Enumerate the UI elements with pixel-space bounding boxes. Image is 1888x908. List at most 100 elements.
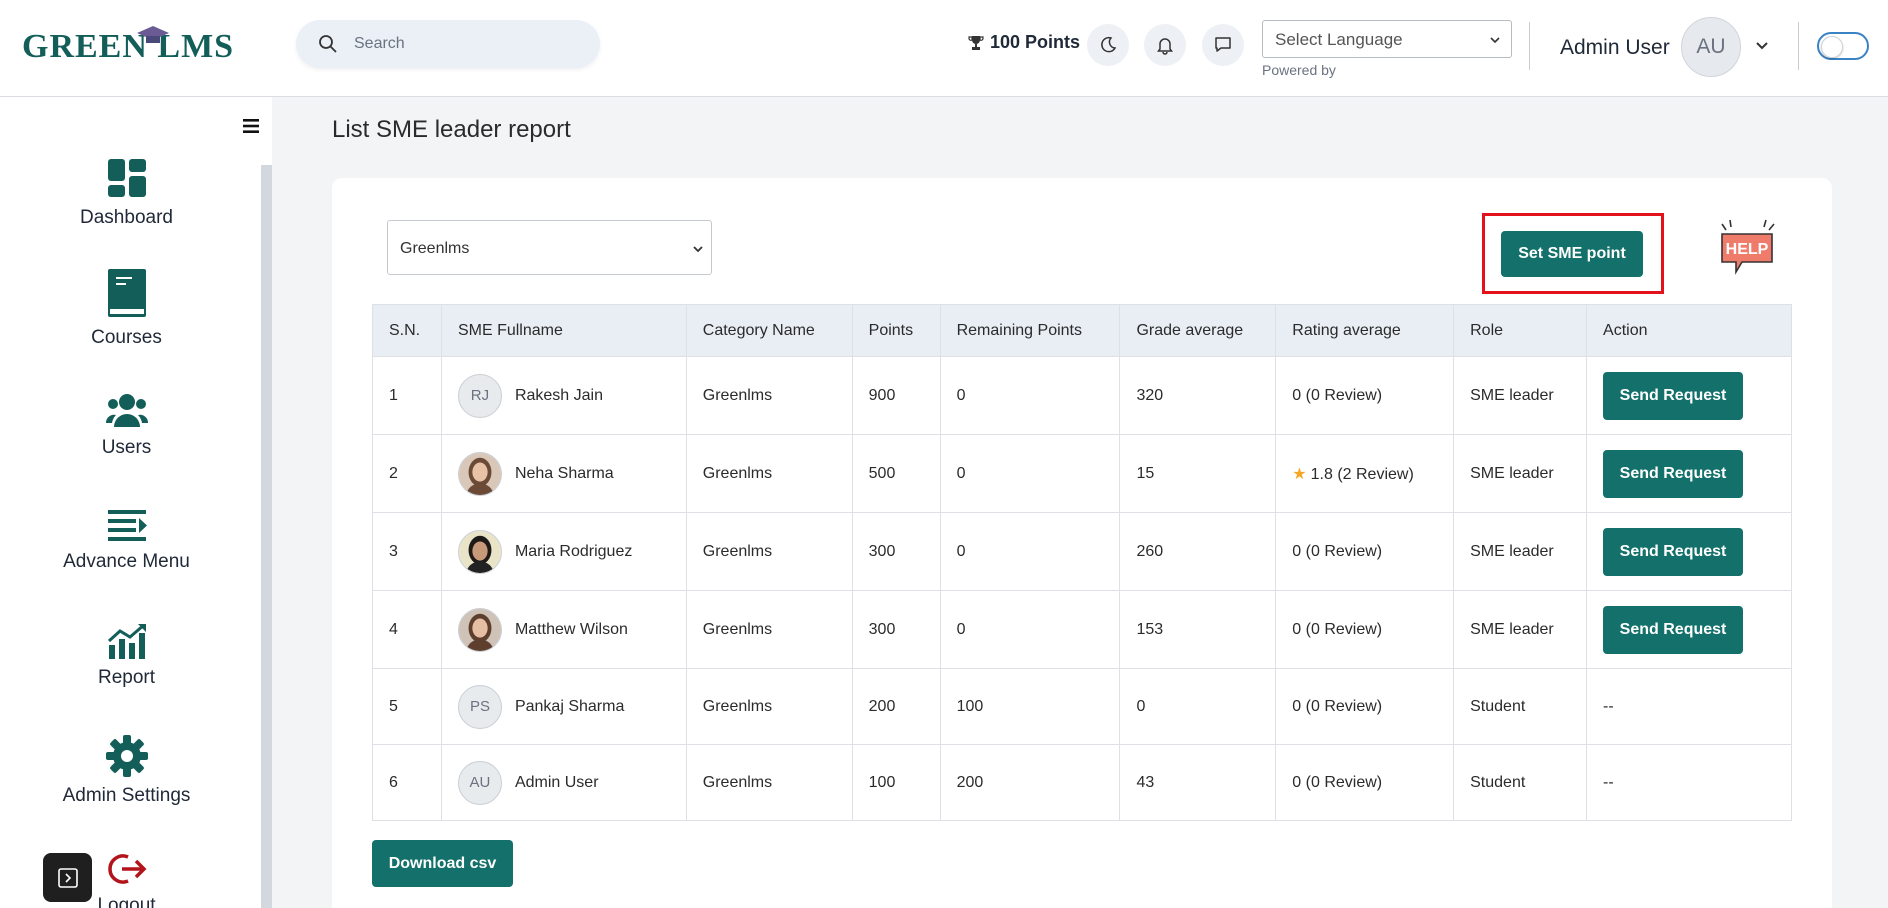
grade-cell: 0: [1119, 668, 1277, 745]
send-request-button[interactable]: Send Request: [1603, 371, 1744, 420]
table-row: 3 Maria Rodriguez Greenlms 300 0 260 0 (…: [372, 512, 1792, 591]
language-select[interactable]: Select Language: [1262, 20, 1512, 58]
rating-cell: 0 (0 Review): [1275, 356, 1455, 435]
table-row: 6 AU Admin User Greenlms 100 200 43 0 (0 …: [372, 744, 1792, 821]
page-title: List SME leader report: [332, 116, 571, 143]
action-cell: --: [1586, 744, 1792, 821]
points-cell: 300: [851, 590, 941, 669]
rating-cell: 0 (0 Review): [1275, 668, 1455, 745]
name-cell: Maria Rodriguez: [440, 512, 687, 591]
name-cell: RJ Rakesh Jain: [440, 356, 687, 435]
table-row: 4 Matthew Wilson Greenlms 300 0 153 0 (0…: [372, 590, 1792, 669]
green-lms-logo[interactable]: GREEN LMS: [22, 26, 234, 66]
organization-select[interactable]: Greenlms: [387, 220, 712, 275]
sn-cell: 5: [372, 668, 442, 745]
messages-button[interactable]: [1202, 24, 1244, 66]
remaining-cell: 0: [939, 512, 1121, 591]
avatar: [457, 607, 502, 652]
table-row: 1 RJ Rakesh Jain Greenlms 900 0 320 0 (0 …: [372, 356, 1792, 435]
name-cell: PS Pankaj Sharma: [440, 668, 687, 745]
name-cell: Matthew Wilson: [440, 590, 687, 669]
logout-icon: [107, 854, 146, 884]
sidebar-item-users[interactable]: Users: [0, 393, 253, 459]
help-label: HELP: [1726, 241, 1769, 258]
moon-icon: [1101, 36, 1117, 53]
points-cell: 300: [851, 512, 941, 591]
send-request-button[interactable]: Send Request: [1603, 527, 1744, 576]
terminal-toggle-button[interactable]: [43, 853, 92, 902]
sn-cell: 4: [372, 590, 442, 669]
rating-cell: 0 (0 Review): [1275, 744, 1455, 821]
grade-cell: 260: [1119, 512, 1277, 591]
user-photo-icon: [458, 530, 501, 573]
category-cell: Greenlms: [685, 512, 853, 591]
points-cell: 900: [851, 356, 941, 435]
action-cell: Send Request: [1586, 356, 1792, 435]
category-cell: Greenlms: [685, 590, 853, 669]
search-bar[interactable]: Search: [296, 20, 600, 68]
column-header: SME Fullname: [440, 304, 687, 357]
send-request-button[interactable]: Send Request: [1603, 449, 1744, 498]
column-header: Points: [851, 304, 941, 357]
role-cell: SME leader: [1453, 512, 1588, 591]
users-icon: [105, 394, 148, 427]
column-header: Remaining Points: [939, 304, 1121, 357]
trophy-icon: [968, 35, 984, 50]
points-cell: 100: [851, 744, 941, 821]
column-header: Action: [1586, 304, 1792, 357]
download-csv-button[interactable]: Download csv: [372, 840, 513, 887]
graduation-cap-icon: [137, 26, 169, 43]
avatar: [457, 529, 502, 574]
header-divider: [1798, 22, 1799, 70]
send-request-button[interactable]: Send Request: [1603, 605, 1744, 654]
avatar: PS: [457, 684, 502, 729]
sidebar-item-logout[interactable]: Logout: [0, 851, 253, 908]
remaining-cell: 0: [939, 590, 1121, 669]
remaining-cell: 0: [939, 434, 1121, 513]
role-cell: Student: [1453, 744, 1588, 821]
category-cell: Greenlms: [685, 434, 853, 513]
remaining-cell: 0: [939, 356, 1121, 435]
action-cell: Send Request: [1586, 512, 1792, 591]
user-avatar[interactable]: AU: [1681, 17, 1741, 77]
sidebar-item-advance-menu[interactable]: Advance Menu: [0, 507, 253, 573]
points-cell: 500: [851, 434, 941, 513]
sidebar-item-dashboard[interactable]: Dashboard: [0, 157, 253, 229]
table-row: 5 PS Pankaj Sharma Greenlms 200 100 0 0 (…: [372, 668, 1792, 745]
grade-cell: 153: [1119, 590, 1277, 669]
column-header: Grade average: [1119, 304, 1277, 357]
rating-cell: 0 (0 Review): [1275, 590, 1455, 669]
column-header: Role: [1453, 304, 1588, 357]
search-placeholder: Search: [354, 35, 405, 52]
chart-icon: [107, 623, 146, 659]
sn-cell: 3: [372, 512, 442, 591]
theme-toggle[interactable]: [1817, 32, 1869, 60]
name-cell: AU Admin User: [440, 744, 687, 821]
remaining-cell: 100: [939, 668, 1121, 745]
avatar: RJ: [457, 373, 502, 418]
sidebar-scrollbar[interactable]: [261, 165, 272, 908]
sn-cell: 1: [372, 356, 442, 435]
star-icon: ★: [1292, 465, 1307, 483]
points-display: 100 Points: [968, 32, 1080, 53]
dark-mode-button[interactable]: [1087, 24, 1129, 66]
rating-cell: ★ 1.8 (2 Review): [1275, 434, 1455, 513]
role-cell: SME leader: [1453, 356, 1588, 435]
points-cell: 200: [851, 668, 941, 745]
sidebar-item-admin-settings[interactable]: Admin Settings: [0, 735, 253, 807]
user-menu-chevron-icon[interactable]: [1754, 38, 1770, 54]
table-row: 2 Neha Sharma Greenlms 500 0 15 ★ 1.8 (2 …: [372, 434, 1792, 513]
grade-cell: 320: [1119, 356, 1277, 435]
hamburger-menu-icon[interactable]: [241, 117, 261, 135]
help-icon[interactable]: HELP: [1716, 218, 1778, 282]
notifications-button[interactable]: [1144, 24, 1186, 66]
action-cell: Send Request: [1586, 590, 1792, 669]
sme-report-table: S.N. SME Fullname Category Name Points R…: [372, 304, 1792, 821]
grade-cell: 15: [1119, 434, 1277, 513]
set-sme-point-button[interactable]: Set SME point: [1501, 231, 1643, 277]
sidebar: Dashboard Courses Users Advance Menu Rep…: [0, 97, 272, 908]
user-name[interactable]: Admin User: [1560, 36, 1670, 60]
sidebar-item-report[interactable]: Report: [0, 623, 253, 689]
sidebar-item-courses[interactable]: Courses: [0, 267, 253, 349]
column-header: Category Name: [685, 304, 853, 357]
